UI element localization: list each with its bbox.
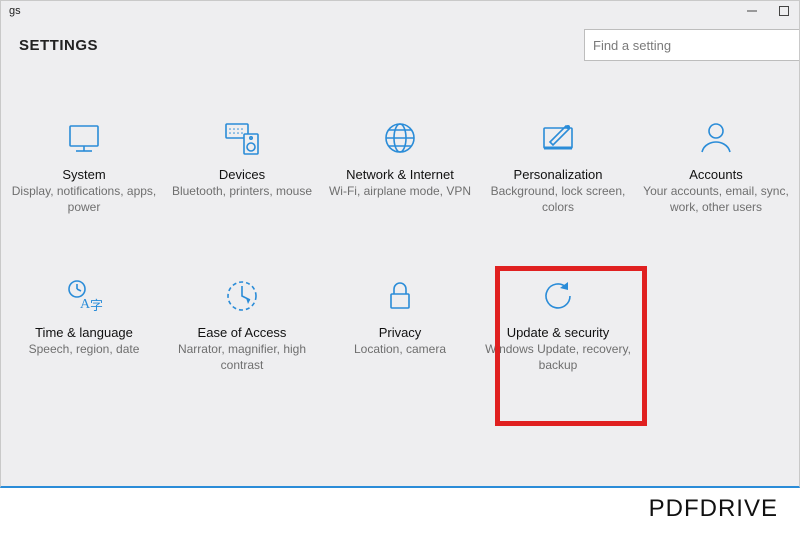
tile-update-security[interactable]: Update & security Windows Update, recove… [479, 269, 637, 379]
tile-title: Update & security [507, 325, 610, 340]
display-icon [63, 117, 105, 159]
page-title: SETTINGS [19, 37, 98, 54]
person-icon [695, 117, 737, 159]
tile-time-language[interactable]: A 字 Time & language Speech, region, date [5, 269, 163, 379]
update-icon [537, 275, 579, 317]
tile-desc: Background, lock screen, colors [483, 184, 633, 215]
tile-system[interactable]: System Display, notifications, apps, pow… [5, 111, 163, 221]
header-row: SETTINGS Find a setting [1, 21, 799, 61]
tile-title: Ease of Access [198, 325, 287, 340]
tile-title: Devices [219, 167, 265, 182]
titlebar: gs [1, 1, 799, 21]
svg-text:字: 字 [90, 298, 103, 313]
tile-desc: Narrator, magnifier, high contrast [167, 342, 317, 373]
tile-privacy[interactable]: Privacy Location, camera [321, 269, 479, 379]
search-placeholder: Find a setting [593, 38, 671, 53]
tile-desc: Speech, region, date [29, 342, 140, 358]
tile-desc: Bluetooth, printers, mouse [172, 184, 312, 200]
tile-devices[interactable]: Devices Bluetooth, printers, mouse [163, 111, 321, 221]
window-title-fragment: gs [7, 5, 21, 17]
paint-icon [537, 117, 579, 159]
lock-icon [379, 275, 421, 317]
tile-title: Network & Internet [346, 167, 454, 182]
search-input[interactable]: Find a setting [584, 29, 799, 61]
tile-title: System [62, 167, 105, 182]
watermark: PDFDRIVE [649, 495, 778, 523]
settings-grid: System Display, notifications, apps, pow… [1, 111, 799, 379]
tile-title: Accounts [689, 167, 742, 182]
time-language-icon: A 字 [63, 275, 105, 317]
tile-desc: Your accounts, email, sync, work, other … [641, 184, 791, 215]
tile-title: Privacy [379, 325, 422, 340]
tile-desc: Windows Update, recovery, backup [483, 342, 633, 373]
tile-personalization[interactable]: Personalization Background, lock screen,… [479, 111, 637, 221]
window-controls [743, 4, 793, 18]
keyboard-speaker-icon [221, 117, 263, 159]
tile-title: Time & language [35, 325, 133, 340]
globe-icon [379, 117, 421, 159]
minimize-button[interactable] [743, 4, 761, 18]
tile-accounts[interactable]: Accounts Your accounts, email, sync, wor… [637, 111, 795, 221]
tile-desc: Display, notifications, apps, power [9, 184, 159, 215]
tile-desc: Location, camera [354, 342, 446, 358]
tile-title: Personalization [514, 167, 603, 182]
maximize-button[interactable] [775, 4, 793, 18]
tile-desc: Wi-Fi, airplane mode, VPN [329, 184, 471, 200]
tile-ease-of-access[interactable]: Ease of Access Narrator, magnifier, high… [163, 269, 321, 379]
ease-of-access-icon [221, 275, 263, 317]
settings-window: gs SETTINGS Find a setting System Displa… [0, 0, 800, 488]
tile-network[interactable]: Network & Internet Wi-Fi, airplane mode,… [321, 111, 479, 221]
